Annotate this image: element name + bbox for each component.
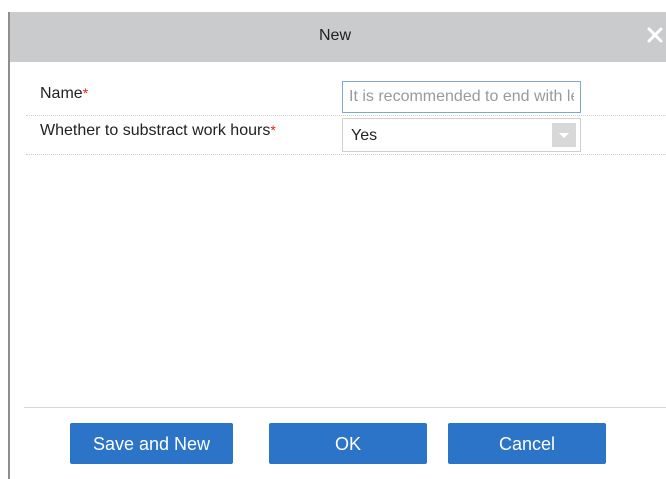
dropdown-arrow-button[interactable] [552, 123, 576, 147]
name-label-text: Name [40, 85, 83, 102]
select-value: Yes [351, 127, 378, 144]
subtract-work-hours-label: Whether to substract work hours* [40, 122, 276, 140]
dialog-title: New [318, 27, 351, 44]
required-mark: * [270, 122, 276, 138]
cancel-button[interactable]: Cancel [448, 423, 606, 464]
subtract-work-hours-label-text: Whether to substract work hours [40, 122, 271, 139]
dialog-left-border [8, 12, 10, 479]
save-and-new-button[interactable]: Save and New [70, 423, 233, 464]
footer-divider [24, 407, 666, 408]
chevron-down-icon [559, 133, 569, 138]
close-icon[interactable] [646, 26, 664, 44]
new-dialog: New Name* Whether to substract work hour… [0, 0, 666, 479]
name-input[interactable] [342, 81, 581, 113]
required-mark: * [82, 85, 89, 101]
subtract-work-hours-select[interactable]: Yes [342, 118, 581, 152]
dialog-title-bar[interactable]: New [10, 12, 666, 62]
name-label: Name* [40, 85, 88, 103]
ok-button[interactable]: OK [269, 423, 427, 464]
form-row-name: Name* [26, 77, 666, 116]
form-row-subtract-work-hours: Whether to substract work hours* Yes [26, 116, 666, 155]
